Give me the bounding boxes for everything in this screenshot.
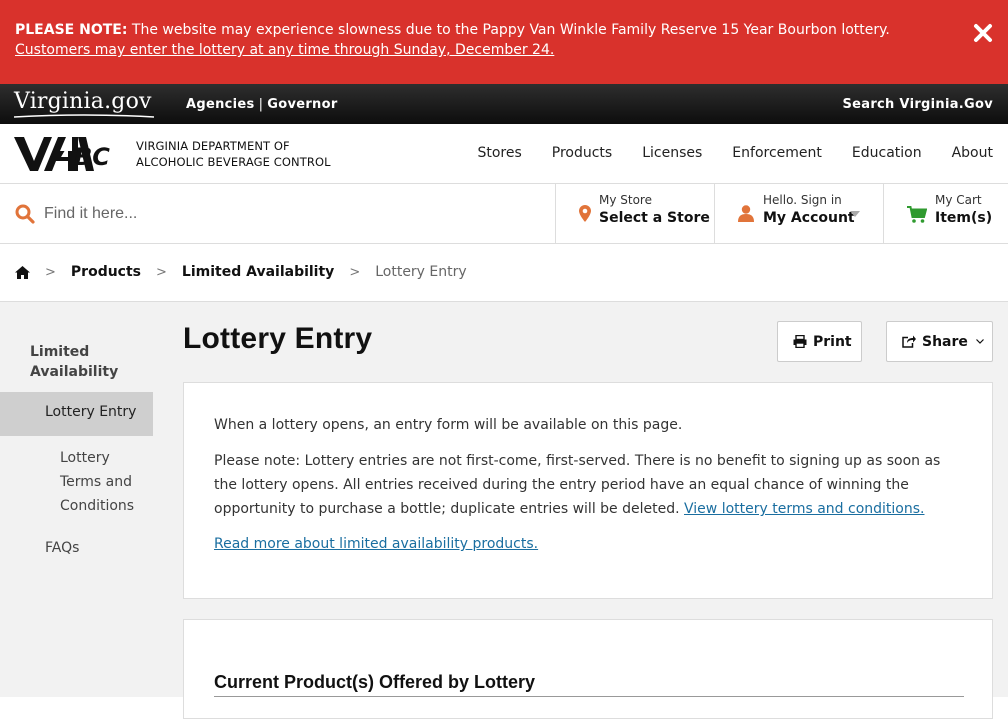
site-header: BC VIRGINIA DEPARTMENT OF ALCOHOLIC BEVE… [0, 124, 1008, 184]
nav-stores[interactable]: Stores [477, 145, 521, 161]
limited-availability-link[interactable]: Read more about limited availability pro… [214, 536, 538, 552]
select-store-label: Select a Store [599, 210, 710, 226]
cart-items-label: Item(s) [935, 210, 993, 226]
tool-row: My Store Select a Store Hello. Sign in M… [0, 184, 1008, 244]
lottery-note-paragraph: Please note: Lottery entries are not fir… [214, 449, 964, 521]
breadcrumb: > Products > Limited Availability > Lott… [15, 264, 467, 280]
share-button[interactable]: Share [886, 321, 993, 362]
page-body: Limited Availability Lottery Entry Lotte… [0, 302, 1008, 719]
breadcrumb-separator: > [45, 264, 56, 280]
alert-lead: PLEASE NOTE: [15, 22, 128, 38]
current-products-heading: Current Product(s) Offered by Lottery [214, 672, 536, 692]
va-links: Agencies | Governor [186, 97, 338, 112]
breadcrumb-current: Lottery Entry [375, 264, 467, 280]
limited-availability-paragraph: Read more about limited availability pro… [214, 532, 964, 556]
agency-name-line2: ALCOHOLIC BEVERAGE CONTROL [136, 155, 331, 169]
alert-message: The website may experience slowness due … [127, 22, 890, 38]
search-input[interactable] [44, 200, 524, 228]
virginia-gov-logo[interactable]: Virginia.gov [14, 89, 152, 114]
user-icon [738, 205, 754, 222]
share-icon [902, 335, 916, 348]
nav-licenses[interactable]: Licenses [642, 145, 702, 161]
sidenav-item-faqs[interactable]: FAQs [45, 540, 79, 556]
va-links-divider: | [258, 97, 264, 112]
alert-link[interactable]: Customers may enter the lottery at any t… [15, 42, 554, 58]
my-store-label: My Store [599, 193, 652, 207]
sidenav-item-lottery-terms[interactable]: Lottery Terms and Conditions [60, 446, 155, 518]
page-title: Lottery Entry [183, 322, 373, 355]
share-label: Share [922, 333, 968, 350]
print-icon [793, 335, 807, 348]
agency-name: VIRGINIA DEPARTMENT OF ALCOHOLIC BEVERAG… [136, 138, 331, 170]
lottery-terms-link[interactable]: View lottery terms and conditions. [684, 501, 924, 517]
home-icon[interactable] [15, 265, 30, 279]
breadcrumb-products[interactable]: Products [71, 264, 141, 280]
cart-icon [907, 206, 927, 223]
side-nav: Limited Availability Lottery Entry Lotte… [0, 302, 153, 697]
chevron-down-icon [975, 339, 984, 344]
search-icon[interactable] [15, 204, 35, 224]
breadcrumb-separator: > [349, 264, 361, 280]
my-account-button[interactable]: Hello. Sign in My Account [715, 184, 884, 243]
nav-education[interactable]: Education [852, 145, 922, 161]
sidenav-heading[interactable]: Limited Availability [30, 342, 140, 382]
breadcrumb-separator: > [156, 264, 167, 280]
current-products-card: Current Product(s) Offered by Lottery [183, 619, 993, 719]
search-virginia-gov-link[interactable]: Search Virginia.Gov [842, 97, 993, 112]
sign-in-label: Hello. Sign in [763, 193, 842, 207]
my-cart-label: My Cart [935, 193, 982, 207]
virginia-gov-bar: Virginia.gov Agencies | Governor Search Vi… [0, 84, 1008, 124]
main-nav: Stores Products Licenses Enforcement Edu… [477, 145, 993, 161]
agency-name-line1: VIRGINIA DEPARTMENT OF [136, 139, 290, 153]
sidenav-item-lottery-entry[interactable]: Lottery Entry [0, 392, 153, 436]
print-button[interactable]: Print [777, 321, 862, 362]
nav-enforcement[interactable]: Enforcement [732, 145, 822, 161]
lottery-intro-text: When a lottery opens, an entry form will… [214, 417, 683, 433]
alert-banner: PLEASE NOTE: The website may experience … [0, 0, 1008, 84]
governor-link[interactable]: Governor [267, 97, 337, 112]
virginia-gov-swoosh-icon [14, 114, 154, 118]
map-marker-icon [579, 205, 591, 222]
breadcrumb-limited-availability[interactable]: Limited Availability [182, 264, 334, 280]
close-icon[interactable] [972, 22, 994, 44]
nav-products[interactable]: Products [552, 145, 612, 161]
my-account-label: My Account [763, 210, 855, 226]
site-search [0, 184, 556, 243]
my-cart-button[interactable]: My Cart Item(s) [884, 184, 1008, 243]
print-label: Print [813, 333, 852, 350]
my-store-button[interactable]: My Store Select a Store [556, 184, 715, 243]
nav-about[interactable]: About [952, 145, 993, 161]
va-abc-logo[interactable]: BC [14, 135, 126, 173]
caret-down-icon [850, 211, 860, 217]
sidenav-item-label: Lottery Entry [45, 404, 137, 420]
breadcrumb-bar: > Products > Limited Availability > Lott… [0, 244, 1008, 302]
agencies-link[interactable]: Agencies [186, 97, 255, 112]
lottery-info-card: When a lottery opens, an entry form will… [183, 382, 993, 599]
